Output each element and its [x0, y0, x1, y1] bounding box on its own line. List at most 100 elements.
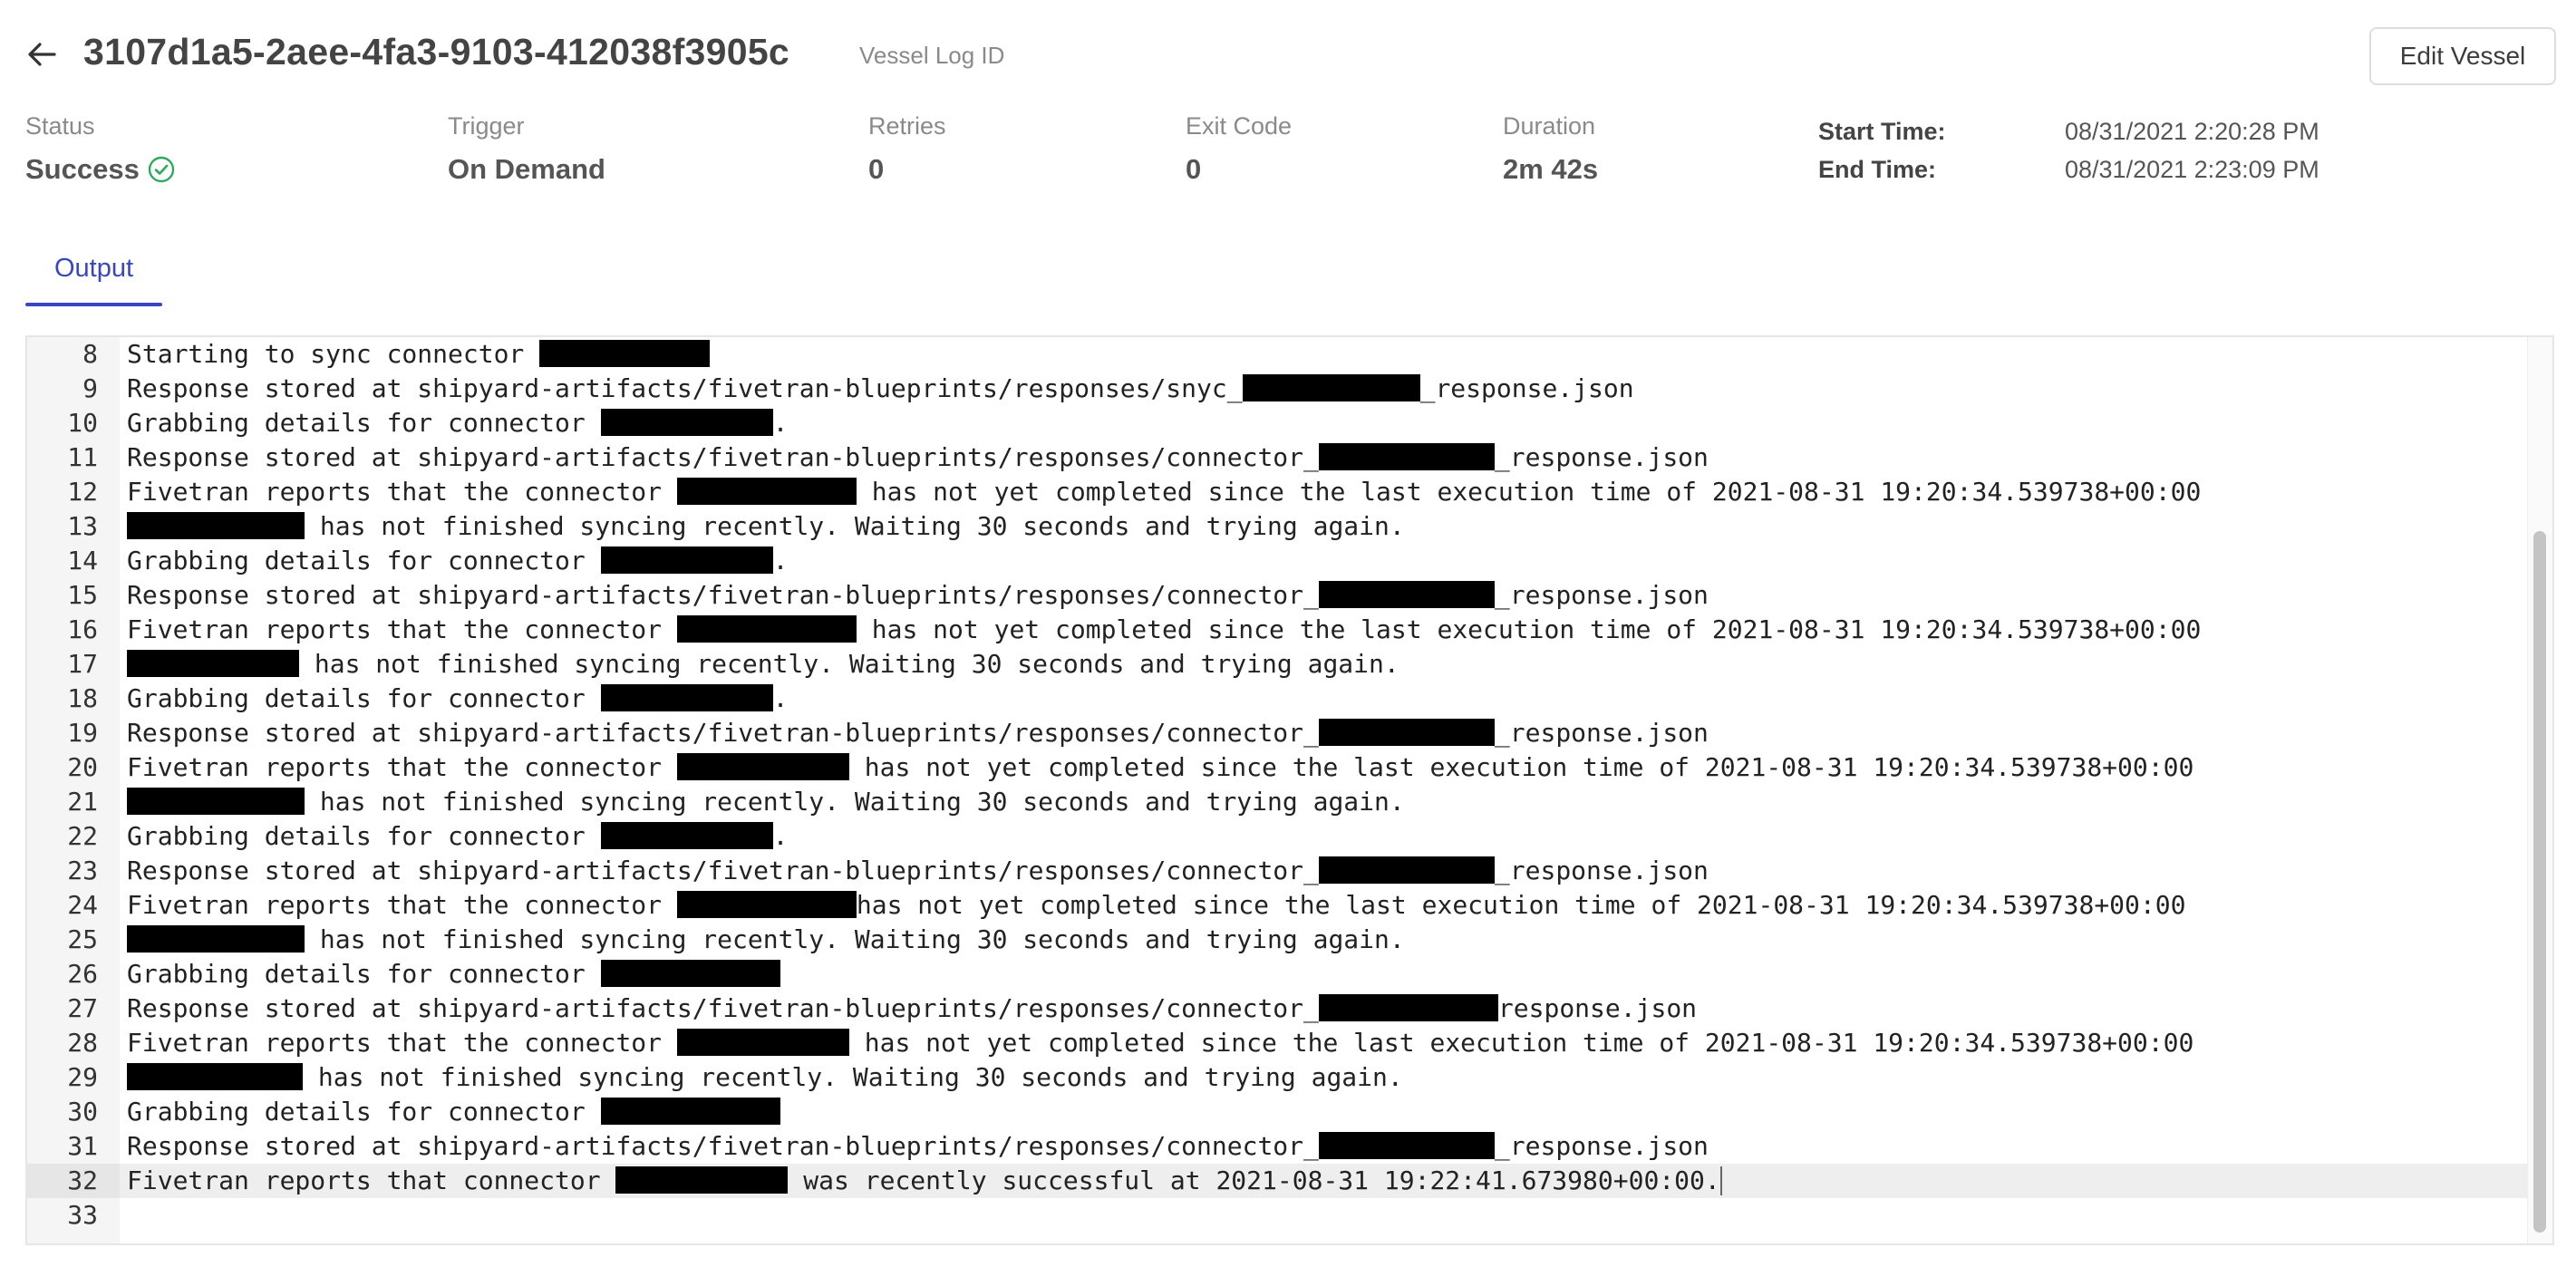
line-number: 11	[67, 442, 98, 472]
line-content: Fivetran reports that the connector has …	[120, 613, 2201, 647]
line-content: Grabbing details for connector .	[120, 819, 788, 854]
line-number: 13	[67, 511, 98, 541]
log-text: Starting to sync connector	[127, 339, 540, 369]
page-subtitle: Vessel Log ID	[859, 42, 1005, 69]
line-content: Response stored at shipyard-artifacts/fi…	[120, 716, 1709, 750]
line-content: Fivetran reports that connector was rece…	[120, 1164, 1722, 1198]
log-line: 14 Grabbing details for connector .	[27, 544, 2531, 578]
line-number: 24	[67, 890, 98, 920]
log-text: Grabbing details for connector	[127, 959, 601, 989]
log-text: has not finished syncing recently. Waiti…	[305, 924, 1405, 954]
stat-trigger: Trigger On Demand	[448, 112, 605, 186]
line-content: Grabbing details for connector .	[120, 406, 788, 440]
log-line: 16 Fivetran reports that the connector ha…	[27, 613, 2531, 647]
line-number: 12	[67, 477, 98, 507]
redacted-connector-name	[127, 650, 299, 677]
log-text: has not finished syncing recently. Waiti…	[305, 787, 1405, 817]
line-number: 16	[67, 614, 98, 644]
redacted-connector-name	[600, 822, 773, 849]
log-text: Fivetran reports that connector	[127, 1165, 616, 1195]
log-line: 18 Grabbing details for connector .	[27, 682, 2531, 716]
log-text: Response stored at shipyard-artifacts/fi…	[127, 373, 1243, 403]
log-line: 26 Grabbing details for connector	[27, 957, 2531, 991]
log-output-viewer[interactable]: 8 Starting to sync connector 9 Response st…	[25, 335, 2554, 1245]
log-text: has not yet completed since the last exe…	[848, 752, 2194, 782]
line-number: 32	[27, 1164, 120, 1198]
page-title: 3107d1a5-2aee-4fa3-9103-412038f3905c	[83, 31, 790, 73]
log-text: Fivetran reports that the connector	[127, 752, 677, 782]
log-text: _response.json	[1494, 718, 1709, 748]
redacted-connector-name	[1318, 719, 1495, 746]
line-content: Grabbing details for connector	[120, 957, 780, 991]
redacted-connector-name	[676, 615, 857, 643]
log-line: 21 has not finished syncing recently. Wa…	[27, 785, 2531, 819]
edit-vessel-button[interactable]: Edit Vessel	[2369, 27, 2556, 85]
log-text: has not finished syncing recently. Waiti…	[299, 649, 1399, 679]
stat-duration: Duration 2m 42s	[1503, 112, 1598, 186]
line-number: 23	[67, 856, 98, 885]
log-line: 22 Grabbing details for connector .	[27, 819, 2531, 854]
log-text: Fivetran reports that the connector	[127, 890, 677, 920]
line-content: Response stored at shipyard-artifacts/fi…	[120, 1129, 1709, 1164]
log-text: Grabbing details for connector	[127, 408, 601, 438]
line-number: 22	[67, 821, 98, 851]
line-number: 17	[67, 649, 98, 679]
log-text: Response stored at shipyard-artifacts/fi…	[127, 718, 1319, 748]
line-content: has not finished syncing recently. Waiti…	[120, 647, 1399, 682]
log-line: 17 has not finished syncing recently. Wa…	[27, 647, 2531, 682]
log-text: Response stored at shipyard-artifacts/fi…	[127, 856, 1319, 885]
log-text: _response.json	[1419, 373, 1634, 403]
page-header: 3107d1a5-2aee-4fa3-9103-412038f3905c Ves…	[0, 0, 2576, 109]
redacted-connector-name	[1318, 856, 1495, 884]
log-line: 19 Response stored at shipyard-artifacts/…	[27, 716, 2531, 750]
redacted-connector-name	[676, 1029, 849, 1056]
line-content: Response stored at shipyard-artifacts/fi…	[120, 440, 1709, 475]
log-line: 10 Grabbing details for connector .	[27, 406, 2531, 440]
log-text: _response.json	[1494, 442, 1709, 472]
line-number: 20	[67, 752, 98, 782]
line-content: Starting to sync connector	[120, 337, 711, 372]
log-text: was recently successful at 2021-08-31 19…	[788, 1165, 1720, 1195]
log-line: 23 Response stored at shipyard-artifacts/…	[27, 854, 2531, 888]
back-button[interactable]	[22, 34, 62, 74]
start-time-value: 08/31/2021 2:20:28 PM	[2065, 117, 2319, 145]
line-number: 8	[82, 339, 98, 369]
tab-bar: Output	[25, 237, 163, 306]
check-circle-icon	[148, 156, 175, 183]
log-text: response.json	[1497, 993, 1698, 1023]
line-content: Fivetran reports that the connector has …	[120, 1026, 2193, 1060]
log-line: 27 Response stored at shipyard-artifacts/…	[27, 991, 2531, 1026]
log-line: 12 Fivetran reports that the connector ha…	[27, 475, 2531, 509]
redacted-connector-name	[1318, 994, 1498, 1021]
scrollbar-thumb[interactable]	[2533, 531, 2546, 1233]
tab-output[interactable]: Output	[25, 237, 163, 306]
log-text: .	[772, 821, 789, 851]
line-content: Response stored at shipyard-artifacts/fi…	[120, 854, 1709, 888]
vertical-scrollbar[interactable]	[2527, 337, 2552, 1243]
line-content: Grabbing details for connector .	[120, 544, 788, 578]
exit-code-value: 0	[1186, 153, 1202, 185]
redacted-connector-name	[539, 340, 711, 367]
log-text: _response.json	[1494, 1131, 1709, 1161]
log-lines: 8 Starting to sync connector 9 Response st…	[27, 337, 2531, 1233]
line-number: 19	[67, 718, 98, 748]
line-number: 18	[67, 683, 98, 713]
redacted-connector-name	[676, 478, 857, 505]
run-times: Start Time: 08/31/2021 2:20:28 PM End Ti…	[1818, 112, 2319, 189]
line-number: 33	[67, 1200, 98, 1230]
line-content: Fivetran reports that the connector has …	[120, 750, 2193, 785]
text-cursor	[1719, 1166, 1722, 1195]
stat-label: Exit Code	[1186, 112, 1293, 140]
log-line: 20 Fivetran reports that the connector ha…	[27, 750, 2531, 785]
redacted-connector-name	[600, 960, 780, 987]
line-number: 31	[67, 1131, 98, 1161]
redacted-connector-name	[127, 925, 305, 953]
line-content: Response stored at shipyard-artifacts/fi…	[120, 991, 1697, 1026]
log-text: Grabbing details for connector	[127, 683, 601, 713]
log-text: Fivetran reports that the connector	[127, 1028, 677, 1058]
log-text: .	[772, 546, 789, 575]
line-number: 25	[67, 924, 98, 954]
log-text: .	[772, 683, 789, 713]
log-text: Fivetran reports that the connector	[127, 614, 677, 644]
redacted-connector-name	[676, 753, 849, 780]
